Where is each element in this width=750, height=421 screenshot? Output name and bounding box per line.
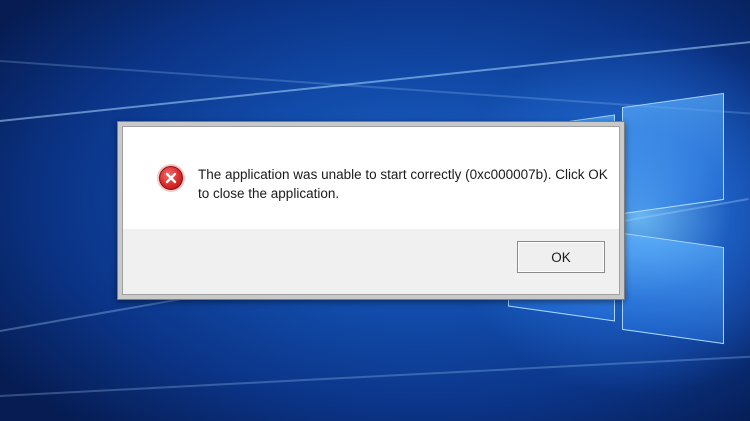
dialog-content: The application was unable to start corr…	[122, 126, 620, 295]
message-area: The application was unable to start corr…	[123, 127, 619, 229]
windows-logo-pane	[622, 92, 724, 215]
error-icon	[159, 166, 183, 190]
ok-button[interactable]: OK	[517, 241, 605, 273]
windows-logo-pane	[622, 232, 724, 345]
button-bar: OK	[123, 229, 619, 294]
error-dialog: The application was unable to start corr…	[117, 121, 625, 300]
error-message: The application was unable to start corr…	[198, 167, 608, 201]
light-beam	[0, 355, 750, 397]
